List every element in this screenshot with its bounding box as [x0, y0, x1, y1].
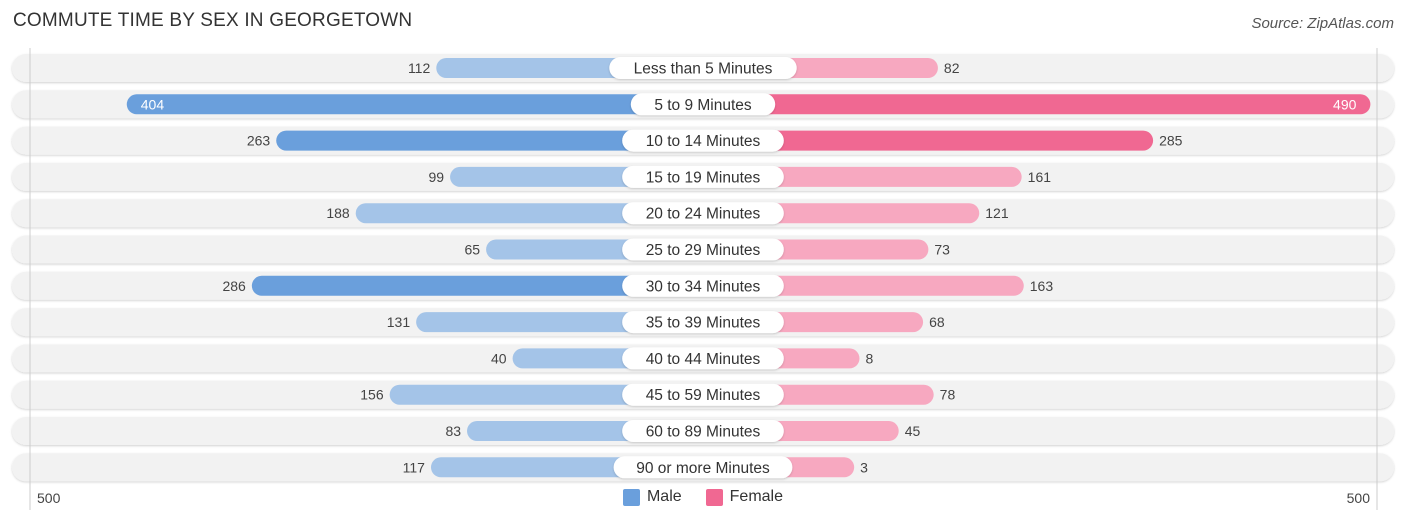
chart-area: 112 82 Less than 5 Minutes 404 490 5 to 9 Min…	[12, 48, 1394, 510]
value-label-male: 188	[326, 205, 350, 221]
category-label: 5 to 9 Minutes	[654, 97, 752, 114]
value-label-male: 263	[247, 133, 271, 149]
value-label-female: 8	[865, 350, 873, 366]
category-label: 35 to 39 Minutes	[646, 315, 761, 332]
category-label: 45 to 59 Minutes	[646, 387, 761, 404]
value-label-female: 68	[929, 314, 945, 330]
legend-item-female[interactable]: Female	[705, 488, 784, 506]
category-label: 15 to 19 Minutes	[646, 169, 761, 186]
bar-female	[703, 94, 1371, 115]
value-label-male: 286	[222, 278, 246, 294]
value-label-male: 99	[428, 169, 444, 185]
value-label-male: 131	[387, 314, 411, 330]
category-label: 90 or more Minutes	[636, 460, 770, 477]
legend-swatch-male	[622, 488, 640, 506]
value-label-female: 45	[905, 423, 921, 439]
category-label: 10 to 14 Minutes	[646, 133, 761, 150]
value-label-male: 83	[445, 423, 461, 439]
value-label-female: 73	[934, 242, 950, 258]
legend: Male Female	[0, 488, 1406, 506]
value-label-female: 121	[985, 205, 1009, 221]
value-label-male: 117	[403, 459, 426, 475]
legend-label-male: Male	[646, 488, 682, 505]
value-label-female: 490	[1333, 96, 1357, 112]
legend-label-female: Female	[729, 488, 784, 505]
category-label: 60 to 89 Minutes	[646, 424, 761, 441]
category-label: 20 to 24 Minutes	[646, 206, 761, 223]
legend-item-male[interactable]: Male	[622, 488, 682, 506]
legend-swatch-female	[705, 488, 723, 506]
value-label-female: 82	[944, 60, 960, 76]
category-label: 25 to 29 Minutes	[646, 242, 761, 259]
value-label-male: 404	[141, 96, 165, 112]
value-label-male: 65	[465, 242, 481, 258]
value-label-female: 285	[1159, 133, 1183, 149]
value-label-male: 112	[408, 60, 431, 76]
category-label: 40 to 44 Minutes	[646, 351, 761, 368]
value-label-female: 161	[1028, 169, 1052, 185]
value-label-female: 78	[940, 387, 956, 403]
category-label: 30 to 34 Minutes	[646, 278, 761, 295]
value-label-male: 156	[360, 387, 384, 403]
value-label-male: 40	[491, 350, 507, 366]
category-label: Less than 5 Minutes	[634, 61, 773, 78]
value-label-female: 3	[860, 459, 868, 475]
value-label-female: 163	[1030, 278, 1054, 294]
bar-male	[126, 94, 703, 115]
